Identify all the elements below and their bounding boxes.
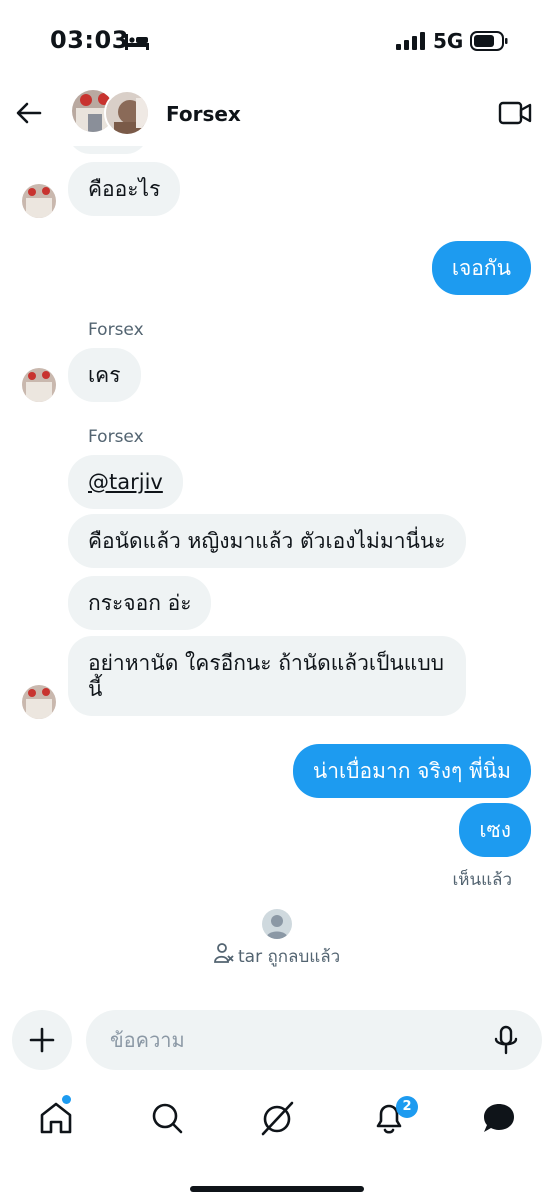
- composer: [0, 1008, 554, 1074]
- status-time: 03:03: [50, 26, 129, 54]
- new-posts-dot: [62, 1095, 71, 1104]
- message-bubble[interactable]: น่าเบื่อมาก จริงๆ พี่นิ่ม: [292, 744, 531, 798]
- deleted-user-avatar: [262, 909, 292, 939]
- tab-bar: [0, 1090, 554, 1146]
- signal-icon: [396, 32, 425, 50]
- message-bubble[interactable]: เคร: [68, 348, 141, 402]
- message-list[interactable]: คืออะไร เจอกัน Forsex เคร Forsex @tarjiv…: [0, 146, 554, 996]
- battery-icon: [470, 31, 508, 51]
- seen-indicator: เห็นแล้ว: [452, 870, 512, 890]
- sender-avatar[interactable]: [22, 368, 56, 402]
- user-removed-icon: [214, 943, 234, 963]
- sender-avatar[interactable]: [22, 685, 56, 719]
- chat-title[interactable]: Forsex: [166, 102, 241, 126]
- back-button[interactable]: [14, 98, 44, 128]
- message-bubble[interactable]: เจอกัน: [431, 241, 531, 295]
- bed-icon: [125, 34, 149, 50]
- sender-name: Forsex: [88, 427, 144, 447]
- message-bubble[interactable]: อย่าหานัด ใครอีกนะ ถ้านัดแล้วเป็นแบบ นี้: [68, 636, 466, 716]
- messages-icon[interactable]: [479, 1098, 519, 1138]
- message-bubble[interactable]: @tarjiv: [68, 455, 183, 509]
- message-bubble[interactable]: กระจอก อ่ะ: [68, 576, 212, 630]
- message-line: อย่าหานัด ใครอีกนะ ถ้านัดแล้วเป็นแบบ: [88, 651, 444, 675]
- sender-name: Forsex: [88, 320, 144, 340]
- message-bubble-partial: [68, 146, 148, 154]
- search-icon[interactable]: [147, 1098, 187, 1138]
- add-attachment-button[interactable]: [12, 1010, 72, 1070]
- group-avatar[interactable]: [104, 90, 150, 136]
- home-icon[interactable]: [36, 1098, 76, 1138]
- network-label: 5G: [433, 29, 464, 53]
- sender-avatar[interactable]: [22, 184, 56, 218]
- system-note: tar ถูกลบแล้ว: [238, 947, 341, 967]
- mention-link[interactable]: @tarjiv: [88, 470, 163, 494]
- message-input[interactable]: [86, 1010, 542, 1070]
- message-line: นี้: [88, 677, 103, 701]
- home-indicator: [190, 1186, 364, 1192]
- video-camera-icon[interactable]: [498, 100, 532, 126]
- notification-badge: 2: [396, 1096, 418, 1118]
- status-bar: 03:03 5G: [0, 0, 554, 84]
- message-bubble[interactable]: เซง: [459, 803, 531, 857]
- chat-header: Forsex: [0, 84, 554, 146]
- microphone-icon[interactable]: [490, 1024, 522, 1056]
- plus-icon: [29, 1027, 55, 1053]
- message-bubble[interactable]: คือนัดแล้ว หญิงมาแล้ว ตัวเองไม่มานี่นะ: [68, 514, 466, 568]
- grok-icon[interactable]: [258, 1098, 298, 1138]
- message-bubble[interactable]: คืออะไร: [68, 162, 181, 216]
